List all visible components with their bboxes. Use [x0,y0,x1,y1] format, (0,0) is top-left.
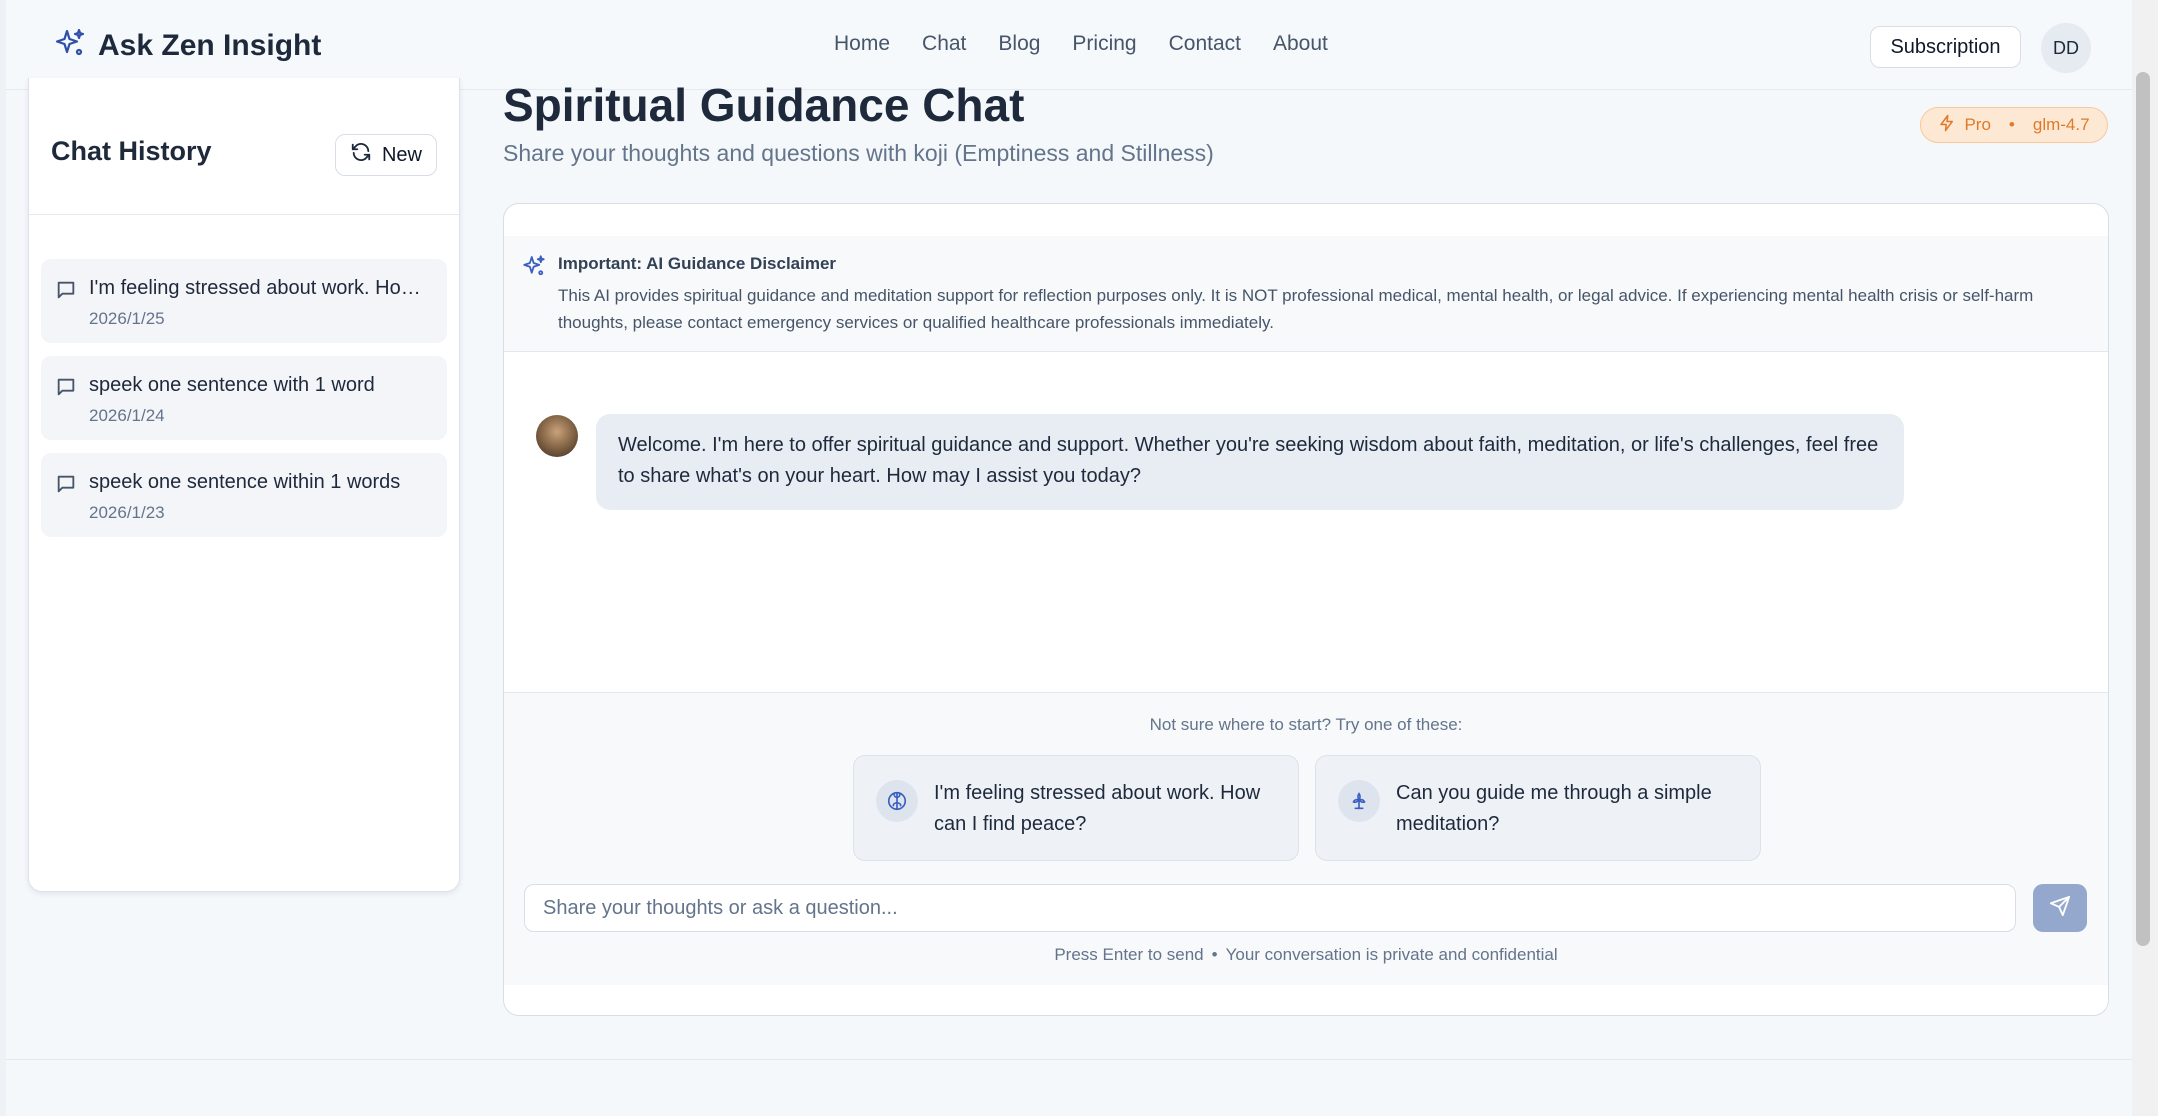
refresh-icon [350,141,372,169]
suggestion-text: I'm feeling stressed about work. How can… [934,782,1261,835]
new-chat-button[interactable]: New [335,134,437,176]
nav-about[interactable]: About [1273,32,1328,56]
main-nav: Home Chat Blog Pricing Contact About [834,32,1328,56]
page-title: Spiritual Guidance Chat [503,79,1025,131]
history-item-title: speek one sentence within 1 words [89,471,401,493]
badge-separator: • [2008,115,2015,134]
assistant-avatar [536,415,578,457]
lotus-icon [1338,780,1380,822]
lightning-icon [1938,114,1956,137]
brain-icon [876,780,918,822]
history-item[interactable]: speek one sentence within 1 words 2026/1… [41,453,447,537]
history-item[interactable]: speek one sentence with 1 word 2026/1/24 [41,356,447,440]
chat-history-title: Chat History [51,136,212,166]
footer-separator: • [1211,945,1218,964]
plan-badge: Pro • glm-4.7 [1920,107,2108,143]
message-icon [55,376,77,403]
suggestion-card-meditation[interactable]: Can you guide me through a simple medita… [1315,755,1761,861]
composer-area: Not sure where to start? Try one of thes… [504,692,2108,985]
page-divider [6,1059,2132,1060]
history-item-title: speek one sentence with 1 word [89,374,375,396]
message-icon [55,279,77,306]
nav-blog[interactable]: Blog [998,32,1040,56]
subscription-button[interactable]: Subscription [1870,26,2021,68]
scrollbar-thumb[interactable] [2136,72,2150,946]
history-item-date: 2026/1/25 [89,309,165,328]
nav-pricing[interactable]: Pricing [1072,32,1136,56]
history-item-date: 2026/1/24 [89,406,165,425]
composer-footer: Press Enter to send • Your conversation is… [504,945,2108,965]
chat-panel: Important: AI Guidance Disclaimer This A… [503,203,2109,1016]
page-subtitle: Share your thoughts and questions with k… [503,140,1214,166]
brand-name: Ask Zen Insight [98,28,322,62]
disclaimer-title: Important: AI Guidance Disclaimer [558,254,837,273]
sparkles-icon [54,27,86,64]
suggestion-text: Can you guide me through a simple medita… [1396,782,1712,835]
send-icon [2049,895,2071,922]
sparkles-icon [522,254,546,283]
nav-home[interactable]: Home [834,32,890,56]
top-navbar: Ask Zen Insight Home Chat Blog Pricing C… [6,0,2132,90]
assistant-message: Welcome. I'm here to offer spiritual gui… [596,414,1904,510]
message-icon [55,473,77,500]
suggestions-hint: Not sure where to start? Try one of thes… [1149,715,1463,734]
chat-history-panel: Chat History New I'm feeling stressed ab… [28,78,460,892]
chat-message-input[interactable] [524,884,2016,932]
model-name: glm-4.7 [2032,115,2090,134]
privacy-note: Your conversation is private and confide… [1225,945,1558,964]
suggestion-card-stress[interactable]: I'm feeling stressed about work. How can… [853,755,1299,861]
history-item-date: 2026/1/23 [89,503,165,522]
history-item-title: I'm feeling stressed about work. How can… [89,277,429,299]
send-button[interactable] [2033,884,2087,932]
chat-history-header: Chat History New [29,78,459,215]
ai-disclaimer: Important: AI Guidance Disclaimer This A… [504,236,2108,352]
nav-chat[interactable]: Chat [922,32,966,56]
history-item[interactable]: I'm feeling stressed about work. How can… [41,259,447,343]
nav-contact[interactable]: Contact [1169,32,1241,56]
disclaimer-body: This AI provides spiritual guidance and … [558,286,2034,332]
user-avatar[interactable]: DD [2041,23,2091,73]
brand-logo[interactable]: Ask Zen Insight [54,27,321,64]
window-edge [0,0,6,1116]
plan-name: Pro [1964,115,1991,134]
new-chat-label: New [381,143,422,166]
send-shortcut-hint: Press Enter to send [1054,945,1204,964]
